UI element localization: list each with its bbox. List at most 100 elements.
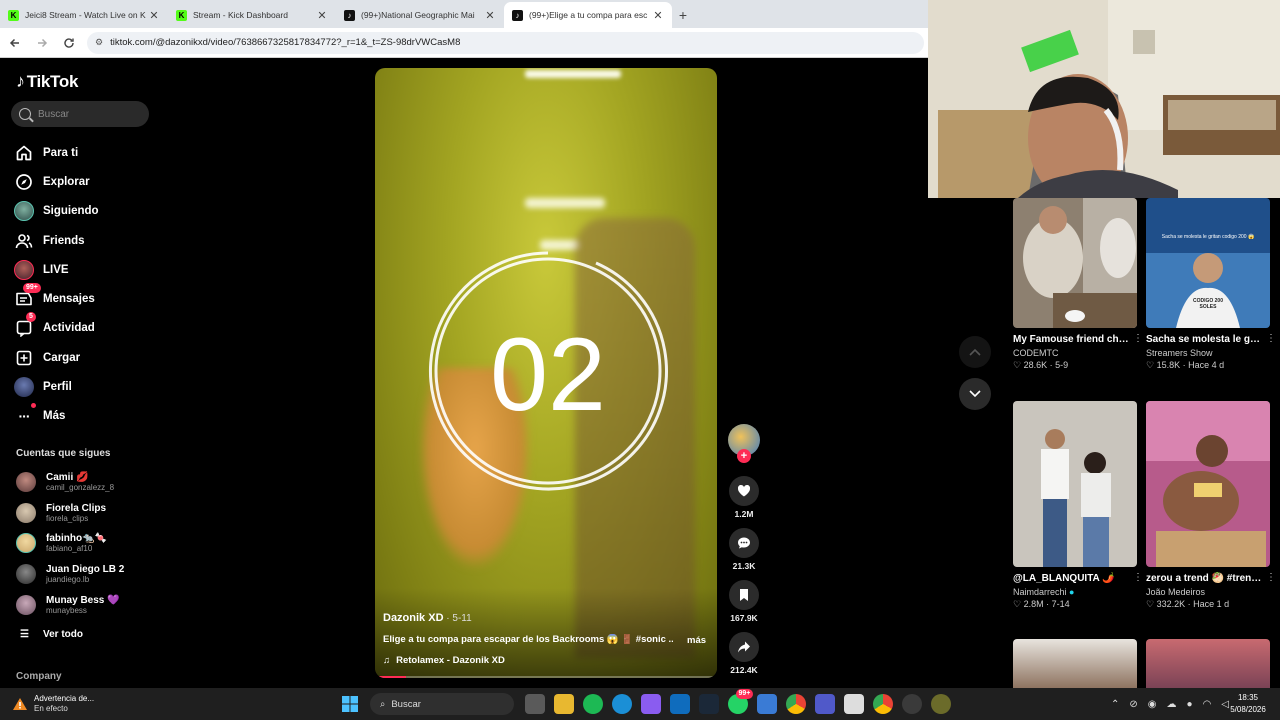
following-handle: camil_gonzalezz_8 — [46, 483, 115, 493]
nav-para-ti[interactable]: Para ti — [14, 138, 99, 167]
video-progress-bar[interactable] — [375, 676, 717, 678]
more-options-icon[interactable]: ⋮ — [1266, 572, 1276, 583]
video-music[interactable]: ♫ Retolamex - Dazonik XD — [383, 655, 505, 666]
chevron-up-icon[interactable]: ⌃ — [1111, 699, 1119, 710]
nav-live[interactable]: LIVE — [14, 255, 99, 284]
recommended-video-card[interactable]: @LA_BLANQUITA 🌶️ Naimdarrechi ● ♡ 2.8M ·… — [1013, 401, 1143, 610]
address-bar[interactable]: ⚙ tiktok.com/@dazonikxd/video/7638667325… — [87, 31, 924, 54]
tab-national-geographic[interactable]: ♪ (99+)National Geographic Mai ✕ — [336, 2, 504, 28]
obs-icon[interactable] — [901, 694, 922, 714]
nav-actividad[interactable]: 5 Actividad — [14, 312, 99, 343]
task-view-icon[interactable] — [524, 694, 545, 714]
following-item[interactable]: Fiorela Clips fiorela_clips — [16, 498, 124, 529]
outlook-icon[interactable] — [669, 694, 690, 714]
wifi-icon[interactable]: ◠ — [1203, 699, 1212, 710]
close-tab-icon[interactable]: ✕ — [652, 9, 664, 22]
video-author[interactable]: João Medeiros — [1146, 587, 1270, 597]
taskbar-search[interactable]: ⌕ Buscar — [370, 693, 514, 715]
following-item[interactable]: Camii 💋 camil_gonzalezz_8 — [16, 467, 124, 498]
security-icon[interactable]: ◉ — [1148, 699, 1157, 710]
save-count: 167.9K — [730, 613, 758, 623]
app-icon[interactable] — [930, 694, 951, 714]
store-icon[interactable] — [756, 694, 777, 714]
copilot-icon[interactable] — [640, 694, 661, 714]
video-thumbnail[interactable] — [1013, 198, 1137, 328]
back-button[interactable] — [3, 31, 27, 55]
tiktok-logo[interactable]: ♪ TikTok — [16, 71, 78, 92]
clock-time: 18:35 — [1237, 693, 1259, 702]
cloud-icon[interactable]: ☁ — [1167, 699, 1177, 710]
more-options-icon[interactable]: ⋮ — [1133, 333, 1143, 344]
tab-current-video[interactable]: ♪ (99+)Elige a tu compa para esc ✕ — [504, 2, 672, 28]
nav-siguiendo[interactable]: Siguiendo — [14, 197, 99, 226]
next-video-button[interactable] — [959, 378, 991, 410]
recommended-video-card[interactable] — [1013, 639, 1137, 688]
countdown-number: 02 — [490, 317, 606, 433]
windows-start-icon[interactable] — [340, 694, 360, 714]
video-thumbnail[interactable] — [1013, 401, 1137, 567]
tab-kick-dashboard[interactable]: K Stream - Kick Dashboard ✕ — [168, 2, 336, 28]
clock[interactable]: 18:35 5/08/2026 — [1228, 692, 1268, 716]
more-options-icon[interactable]: ⋮ — [1266, 333, 1276, 344]
nav-mensajes[interactable]: 99+ Mensajes — [14, 283, 99, 313]
close-tab-icon[interactable]: ✕ — [148, 9, 160, 22]
steam-icon[interactable] — [698, 694, 719, 714]
video-thumbnail[interactable] — [1146, 401, 1270, 567]
recommended-video-card[interactable]: Sacha se molesta le gritan codigo 200 😱 … — [1146, 198, 1276, 371]
nav-friends[interactable]: Friends — [14, 226, 99, 255]
nav-mas[interactable]: ··· Más — [14, 402, 99, 431]
like-button[interactable]: 1.2M — [728, 476, 760, 519]
recommended-video-card[interactable]: zerou a trend 🥙 #trend #comida #fyp João… — [1146, 401, 1276, 610]
see-all-button[interactable]: ☰ Ver todo — [20, 629, 83, 640]
creator-avatar[interactable]: + — [728, 424, 760, 463]
chrome-icon[interactable] — [785, 694, 806, 714]
reload-button[interactable] — [57, 31, 81, 55]
comment-button[interactable]: 21.3K — [728, 528, 760, 571]
recommended-video-card[interactable] — [1146, 639, 1270, 688]
notepad-icon[interactable] — [843, 694, 864, 714]
search-input[interactable]: Buscar — [11, 101, 149, 127]
following-item[interactable]: fabinho🐀🍬 fabiano_af10 — [16, 528, 124, 559]
more-button[interactable]: más — [687, 635, 706, 646]
reload-icon — [64, 37, 74, 48]
video-author[interactable]: Dazonik XD · 5-11 — [383, 612, 472, 624]
file-explorer-icon[interactable] — [553, 694, 574, 714]
close-tab-icon[interactable]: ✕ — [484, 9, 496, 22]
kick-icon: K — [176, 9, 187, 21]
video-player[interactable]: 02 Dazonik XD · 5-11 Elige a tu compa pa… — [375, 68, 717, 678]
company-link[interactable]: Company — [16, 671, 62, 682]
video-description: Elige a tu compa para escapar de los Bac… — [383, 634, 673, 645]
following-handle: fiorela_clips — [46, 513, 89, 523]
video-thumbnail[interactable] — [1146, 639, 1270, 688]
close-tab-icon[interactable]: ✕ — [316, 9, 328, 22]
forward-button[interactable] — [30, 31, 54, 55]
follow-plus-icon[interactable]: + — [737, 449, 751, 463]
teams-icon[interactable] — [814, 694, 835, 714]
spotify-icon[interactable] — [582, 694, 603, 714]
chrome-profile-icon[interactable] — [872, 694, 893, 714]
network-off-icon[interactable]: ⊘ — [1129, 699, 1137, 710]
new-tab-button[interactable]: + — [672, 2, 694, 28]
video-author[interactable]: Naimdarrechi ● — [1013, 587, 1137, 597]
video-author[interactable]: CODEMTC — [1013, 348, 1137, 358]
whatsapp-icon[interactable]: 99+ — [727, 689, 754, 714]
following-item[interactable]: Munay Bess 💜 munaybess — [16, 589, 124, 620]
site-info-icon[interactable]: ⚙ — [95, 37, 103, 48]
nav-perfil[interactable]: Perfil — [14, 372, 99, 401]
video-thumbnail[interactable] — [1013, 639, 1137, 688]
following-item[interactable]: Juan Diego LB 2 juandiego.lb — [16, 559, 124, 590]
edge-icon[interactable] — [611, 694, 632, 714]
previous-video-button[interactable] — [959, 336, 991, 368]
more-options-icon[interactable]: ⋮ — [1133, 572, 1143, 583]
share-button[interactable]: 212.4K — [728, 632, 760, 675]
nav-explorar[interactable]: Explorar — [14, 167, 99, 196]
video-thumbnail[interactable]: Sacha se molesta le gritan codigo 200 😱 … — [1146, 198, 1270, 328]
save-button[interactable]: 167.9K — [728, 580, 760, 623]
video-title: Sacha se molesta le gritan codigo 😱 ... — [1146, 334, 1262, 345]
weather-warning-widget[interactable]: Advertencia de... En efecto — [12, 694, 132, 714]
tab-kick-stream[interactable]: K Jeici8 Stream - Watch Live on K ✕ — [0, 2, 168, 28]
nav-cargar[interactable]: Cargar — [14, 343, 99, 372]
recommended-video-card[interactable]: My Famouse friend challenged me to test.… — [1013, 198, 1143, 371]
microphone-icon[interactable]: ● — [1187, 699, 1193, 710]
video-author[interactable]: Streamers Show — [1146, 348, 1270, 358]
